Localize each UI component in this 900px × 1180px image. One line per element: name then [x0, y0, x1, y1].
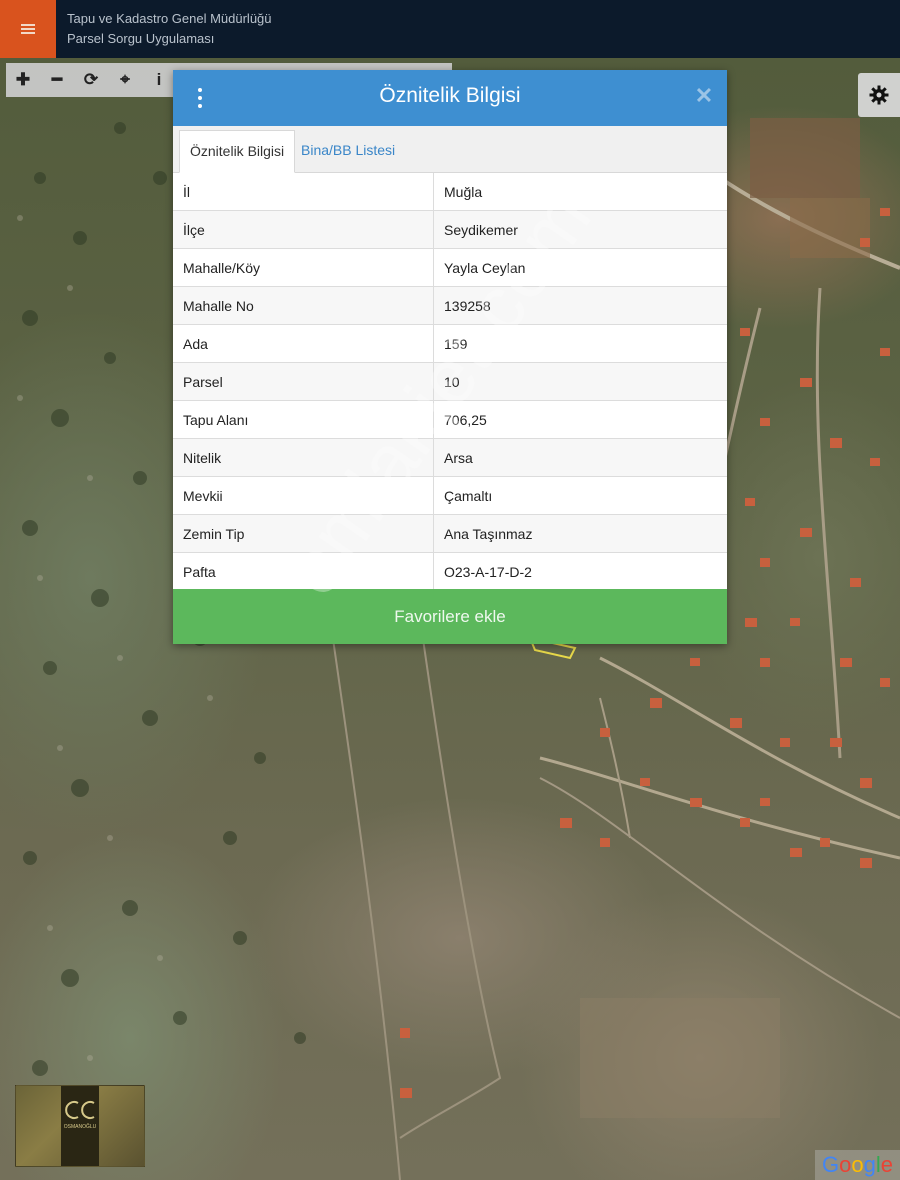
- dialog-header: Öznitelik Bilgisi ✕: [173, 70, 727, 126]
- tab-building-list[interactable]: Bina/BB Listesi: [291, 130, 405, 171]
- attribute-key: Mahalle/Köy: [173, 248, 434, 287]
- table-row: Mahalle No 139258: [173, 286, 727, 325]
- table-row: Mahalle/Köy Yayla Ceylan: [173, 248, 727, 287]
- google-letter: e: [880, 1152, 893, 1177]
- attribute-value: Arsa: [433, 438, 727, 477]
- tab-attributes[interactable]: Öznitelik Bilgisi: [179, 130, 296, 173]
- attribute-key: Zemin Tip: [173, 514, 434, 553]
- info-icon[interactable]: i: [142, 63, 176, 97]
- attribute-value: Muğla: [433, 173, 727, 211]
- attribute-value: 159: [433, 324, 727, 363]
- attribute-value: Ana Taşınmaz: [433, 514, 727, 553]
- attribute-key: İlçe: [173, 210, 434, 249]
- table-row: Mevkii Çamaltı: [173, 476, 727, 515]
- app-title: Tapu ve Kadastro Genel Müdürlüğü: [67, 11, 272, 26]
- table-row: Zemin Tip Ana Taşınmaz: [173, 514, 727, 553]
- hamburger-menu-icon: [21, 23, 35, 35]
- google-letter: o: [839, 1152, 852, 1177]
- attribute-value: 706,25: [433, 400, 727, 439]
- attribute-key: İl: [173, 173, 434, 211]
- attribute-key: Pafta: [173, 552, 434, 591]
- table-row: İlçe Seydikemer: [173, 210, 727, 249]
- table-row: İl Muğla: [173, 173, 727, 211]
- gear-icon: [869, 85, 889, 105]
- attribute-value: Seydikemer: [433, 210, 727, 249]
- close-icon[interactable]: ✕: [693, 85, 715, 107]
- attribute-key: Nitelik: [173, 438, 434, 477]
- logo-tile: OSMANOĞLU: [15, 1085, 145, 1167]
- table-row: Nitelik Arsa: [173, 438, 727, 477]
- menu-button[interactable]: [0, 0, 56, 58]
- locate-icon[interactable]: ⌖: [108, 63, 142, 97]
- table-row: Ada 159: [173, 324, 727, 363]
- google-letter: g: [863, 1152, 876, 1177]
- google-letter: o: [851, 1152, 864, 1177]
- attribute-key: Mevkii: [173, 476, 434, 515]
- attribute-value: 139258: [433, 286, 727, 325]
- app-header: Tapu ve Kadastro Genel Müdürlüğü Parsel …: [0, 0, 900, 58]
- attribute-value: Yayla Ceylan: [433, 248, 727, 287]
- logo-mark-icon: [65, 1101, 95, 1119]
- attribute-key: Mahalle No: [173, 286, 434, 325]
- settings-button[interactable]: [858, 73, 900, 117]
- attribute-value: 10: [433, 362, 727, 401]
- zoom-in-icon[interactable]: ✚: [6, 63, 40, 97]
- attribute-value: Çamaltı: [433, 476, 727, 515]
- attribute-key: Ada: [173, 324, 434, 363]
- attribute-table: İl Muğla İlçe Seydikemer Mahalle/Köy Yayla Ce…: [173, 173, 727, 591]
- logo-text: OSMANOĞLU: [63, 1124, 97, 1130]
- table-row: Tapu Alanı 706,25: [173, 400, 727, 439]
- refresh-icon[interactable]: ⟳: [74, 63, 108, 97]
- attribute-dialog: Öznitelik Bilgisi ✕ Öznitelik Bilgisi Bi…: [173, 70, 727, 644]
- app-subtitle: Parsel Sorgu Uygulaması: [67, 31, 215, 46]
- add-to-favorites-button[interactable]: Favorilere ekle: [173, 589, 727, 644]
- google-letter: G: [821, 1152, 840, 1177]
- dialog-title: Öznitelik Bilgisi: [379, 84, 521, 107]
- attribute-key: Tapu Alanı: [173, 400, 434, 439]
- dialog-tabs: Öznitelik Bilgisi Bina/BB Listesi: [173, 126, 727, 173]
- table-row: Pafta O23-A-17-D-2: [173, 552, 727, 591]
- google-logo: Google: [815, 1150, 900, 1180]
- company-logo: OSMANOĞLU: [61, 1086, 99, 1166]
- zoom-out-icon[interactable]: ━: [40, 63, 74, 97]
- attribute-value: O23-A-17-D-2: [433, 552, 727, 591]
- attribute-key: Parsel: [173, 362, 434, 401]
- table-row: Parsel 10: [173, 362, 727, 401]
